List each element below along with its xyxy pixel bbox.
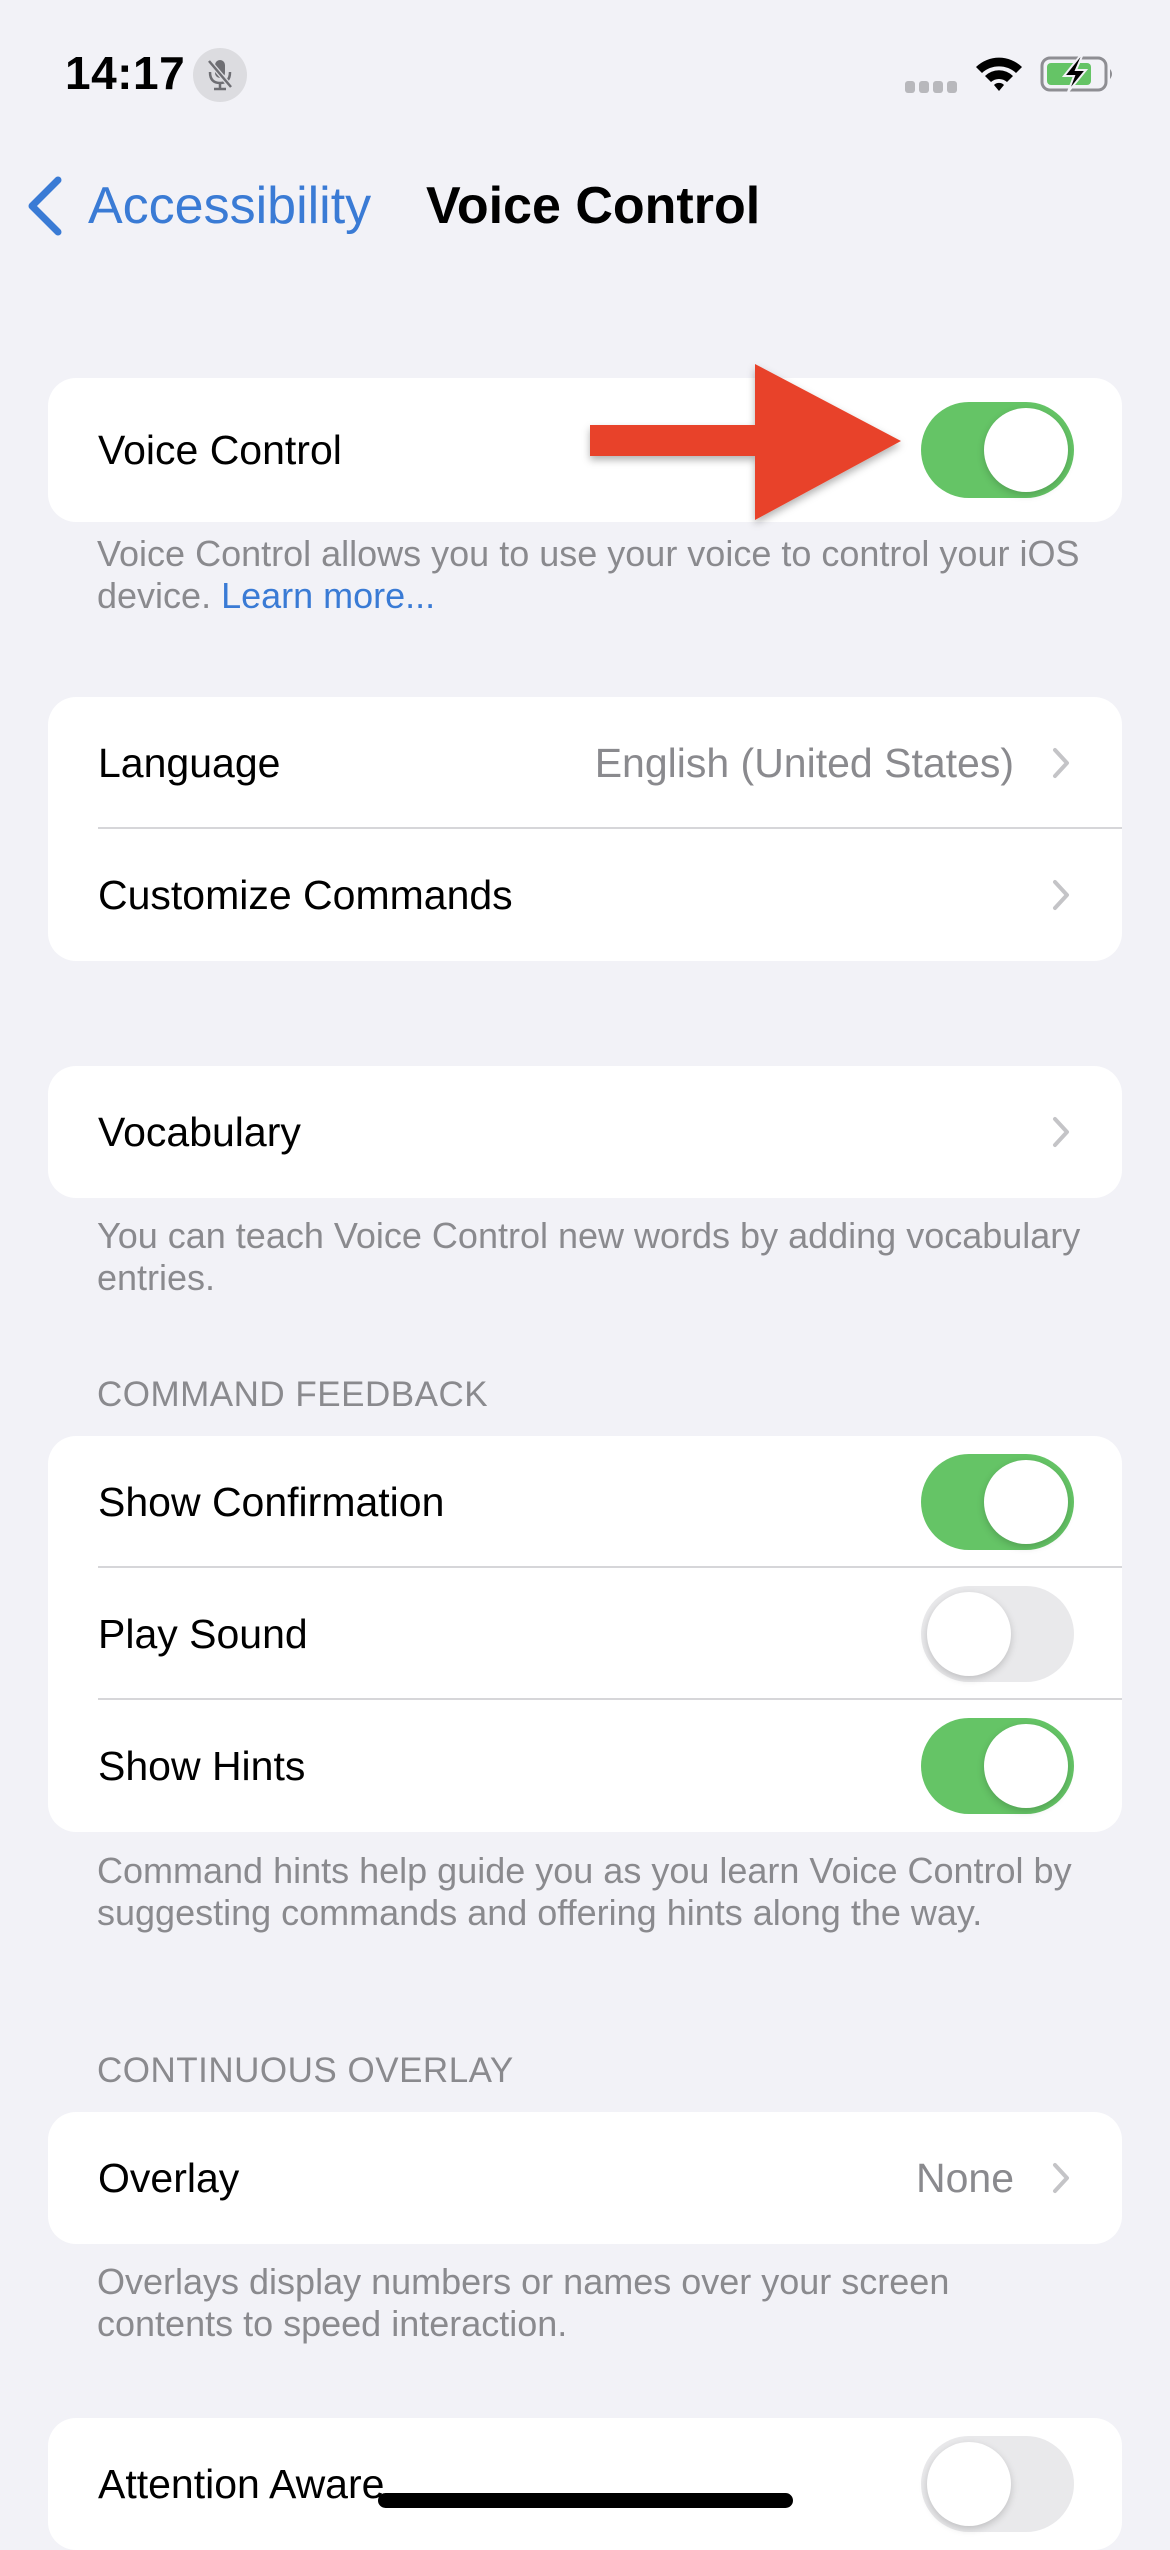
voice-control-toggle[interactable]	[921, 402, 1074, 498]
chevron-right-icon	[1053, 2163, 1069, 2193]
overlay-row[interactable]: Overlay None	[48, 2112, 1122, 2244]
play-sound-label: Play Sound	[98, 1611, 308, 1657]
page-title: Voice Control	[426, 177, 761, 235]
vocabulary-footer: You can teach Voice Control new words by…	[97, 1215, 1081, 1298]
overlay-footer: Overlays display numbers or names over y…	[97, 2261, 950, 2344]
vocabulary-row[interactable]: Vocabulary	[48, 1066, 1122, 1198]
language-commands-card: Language English (United States) Customi…	[48, 697, 1122, 961]
show-confirmation-toggle[interactable]	[921, 1454, 1074, 1550]
show-hints-toggle[interactable]	[921, 1718, 1074, 1814]
command-feedback-footer: Command hints help guide you as you lear…	[97, 1850, 1072, 1933]
show-hints-label: Show Hints	[98, 1743, 306, 1789]
attention-aware-toggle[interactable]	[921, 2436, 1074, 2532]
home-indicator[interactable]	[378, 2493, 793, 2508]
toggle-knob	[984, 1460, 1068, 1544]
language-label: Language	[98, 740, 281, 786]
toggle-knob	[984, 1724, 1068, 1808]
voice-control-label: Voice Control	[98, 427, 342, 473]
command-feedback-card: Show Confirmation Play Sound Show Hints	[48, 1436, 1122, 1832]
chevron-right-icon	[1053, 748, 1069, 778]
command-feedback-header: COMMAND FEEDBACK	[97, 1375, 489, 1414]
toggle-knob	[927, 2442, 1011, 2526]
attention-aware-card: Attention Aware	[48, 2418, 1122, 2550]
back-chevron-icon[interactable]	[26, 176, 64, 236]
toggle-knob	[984, 408, 1068, 492]
chevron-right-icon	[1053, 880, 1069, 910]
mic-muted-icon	[193, 48, 247, 102]
wifi-icon	[974, 54, 1024, 92]
learn-more-link[interactable]: Learn more...	[221, 575, 435, 616]
vocabulary-card: Vocabulary	[48, 1066, 1122, 1198]
show-confirmation-row: Show Confirmation	[48, 1436, 1122, 1568]
show-hints-row: Show Hints	[48, 1700, 1122, 1832]
overlay-label: Overlay	[98, 2155, 240, 2201]
customize-commands-row[interactable]: Customize Commands	[48, 829, 1122, 961]
continuous-overlay-header: CONTINUOUS OVERLAY	[97, 2051, 514, 2090]
play-sound-row: Play Sound	[48, 1568, 1122, 1700]
back-button[interactable]: Accessibility	[88, 176, 371, 236]
language-row[interactable]: Language English (United States)	[48, 697, 1122, 829]
play-sound-toggle[interactable]	[921, 1586, 1074, 1682]
vocabulary-label: Vocabulary	[98, 1109, 301, 1155]
overlay-value: None	[915, 2155, 1014, 2201]
language-value: English (United States)	[594, 740, 1014, 786]
overlay-card: Overlay None	[48, 2112, 1122, 2244]
chevron-right-icon	[1053, 1117, 1069, 1147]
attention-aware-row: Attention Aware	[48, 2418, 1122, 2550]
battery-charging-icon	[1040, 55, 1116, 93]
show-confirmation-label: Show Confirmation	[98, 1479, 445, 1525]
customize-commands-label: Customize Commands	[98, 872, 513, 918]
status-time: 14:17	[65, 47, 186, 99]
signal-dots-icon	[905, 81, 957, 93]
toggle-knob	[927, 1592, 1011, 1676]
annotation-arrow-icon	[585, 360, 915, 525]
voice-control-footer: Voice Control allows you to use your voi…	[97, 533, 1087, 617]
attention-aware-label: Attention Aware	[98, 2461, 385, 2507]
